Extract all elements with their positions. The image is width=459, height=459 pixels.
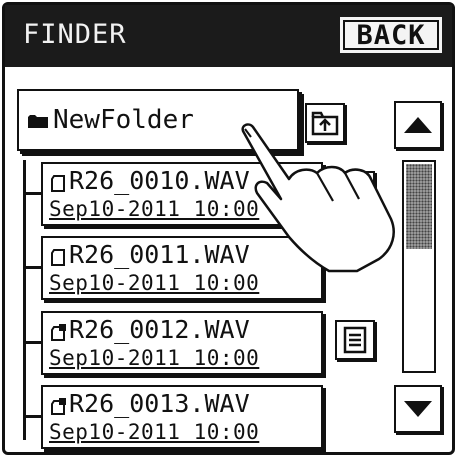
file-item[interactable]: R26_0013.WAV Sep10-2011 10:00: [41, 385, 323, 449]
tree-branch: [23, 266, 41, 269]
back-button[interactable]: BACK: [340, 17, 442, 53]
file-date: Sep10-2011 10:00: [49, 420, 260, 444]
file-date: Sep10-2011 10:00: [49, 197, 260, 221]
file-name: R26_0013.WAV: [69, 389, 250, 418]
protected-file-icon: [51, 324, 66, 341]
triangle-up-icon: [404, 117, 432, 133]
finder-header: FINDER BACK: [5, 5, 452, 67]
scroll-up-button[interactable]: [394, 101, 442, 149]
screen-title: FINDER: [23, 19, 127, 50]
file-info-button[interactable]: [335, 320, 375, 360]
finder-screen: FINDER BACK NewFolder R26_0010.WAV Sep10…: [2, 2, 455, 455]
pointing-hand-icon: [241, 123, 395, 273]
tree-branch: [23, 192, 41, 195]
file-name: R26_0012.WAV: [69, 315, 250, 344]
protected-file-icon: [51, 398, 66, 415]
scrollbar-track[interactable]: [402, 160, 436, 373]
file-name: R26_0011.WAV: [69, 240, 250, 269]
tree-branch: [23, 415, 41, 418]
triangle-down-icon: [404, 401, 432, 417]
scrollbar-thumb[interactable]: [406, 164, 432, 249]
file-date: Sep10-2011 10:00: [49, 271, 260, 295]
file-item[interactable]: R26_0012.WAV Sep10-2011 10:00: [41, 311, 323, 375]
folder-icon: [28, 115, 48, 128]
scroll-down-button[interactable]: [394, 385, 442, 433]
folder-name: NewFolder: [53, 105, 194, 135]
file-icon: [51, 175, 65, 192]
file-date: Sep10-2011 10:00: [49, 346, 260, 370]
file-name: R26_0010.WAV: [69, 166, 250, 195]
file-icon: [51, 249, 65, 266]
file-info-icon: [343, 326, 367, 354]
tree-branch: [23, 341, 41, 344]
tree-line: [23, 160, 26, 440]
